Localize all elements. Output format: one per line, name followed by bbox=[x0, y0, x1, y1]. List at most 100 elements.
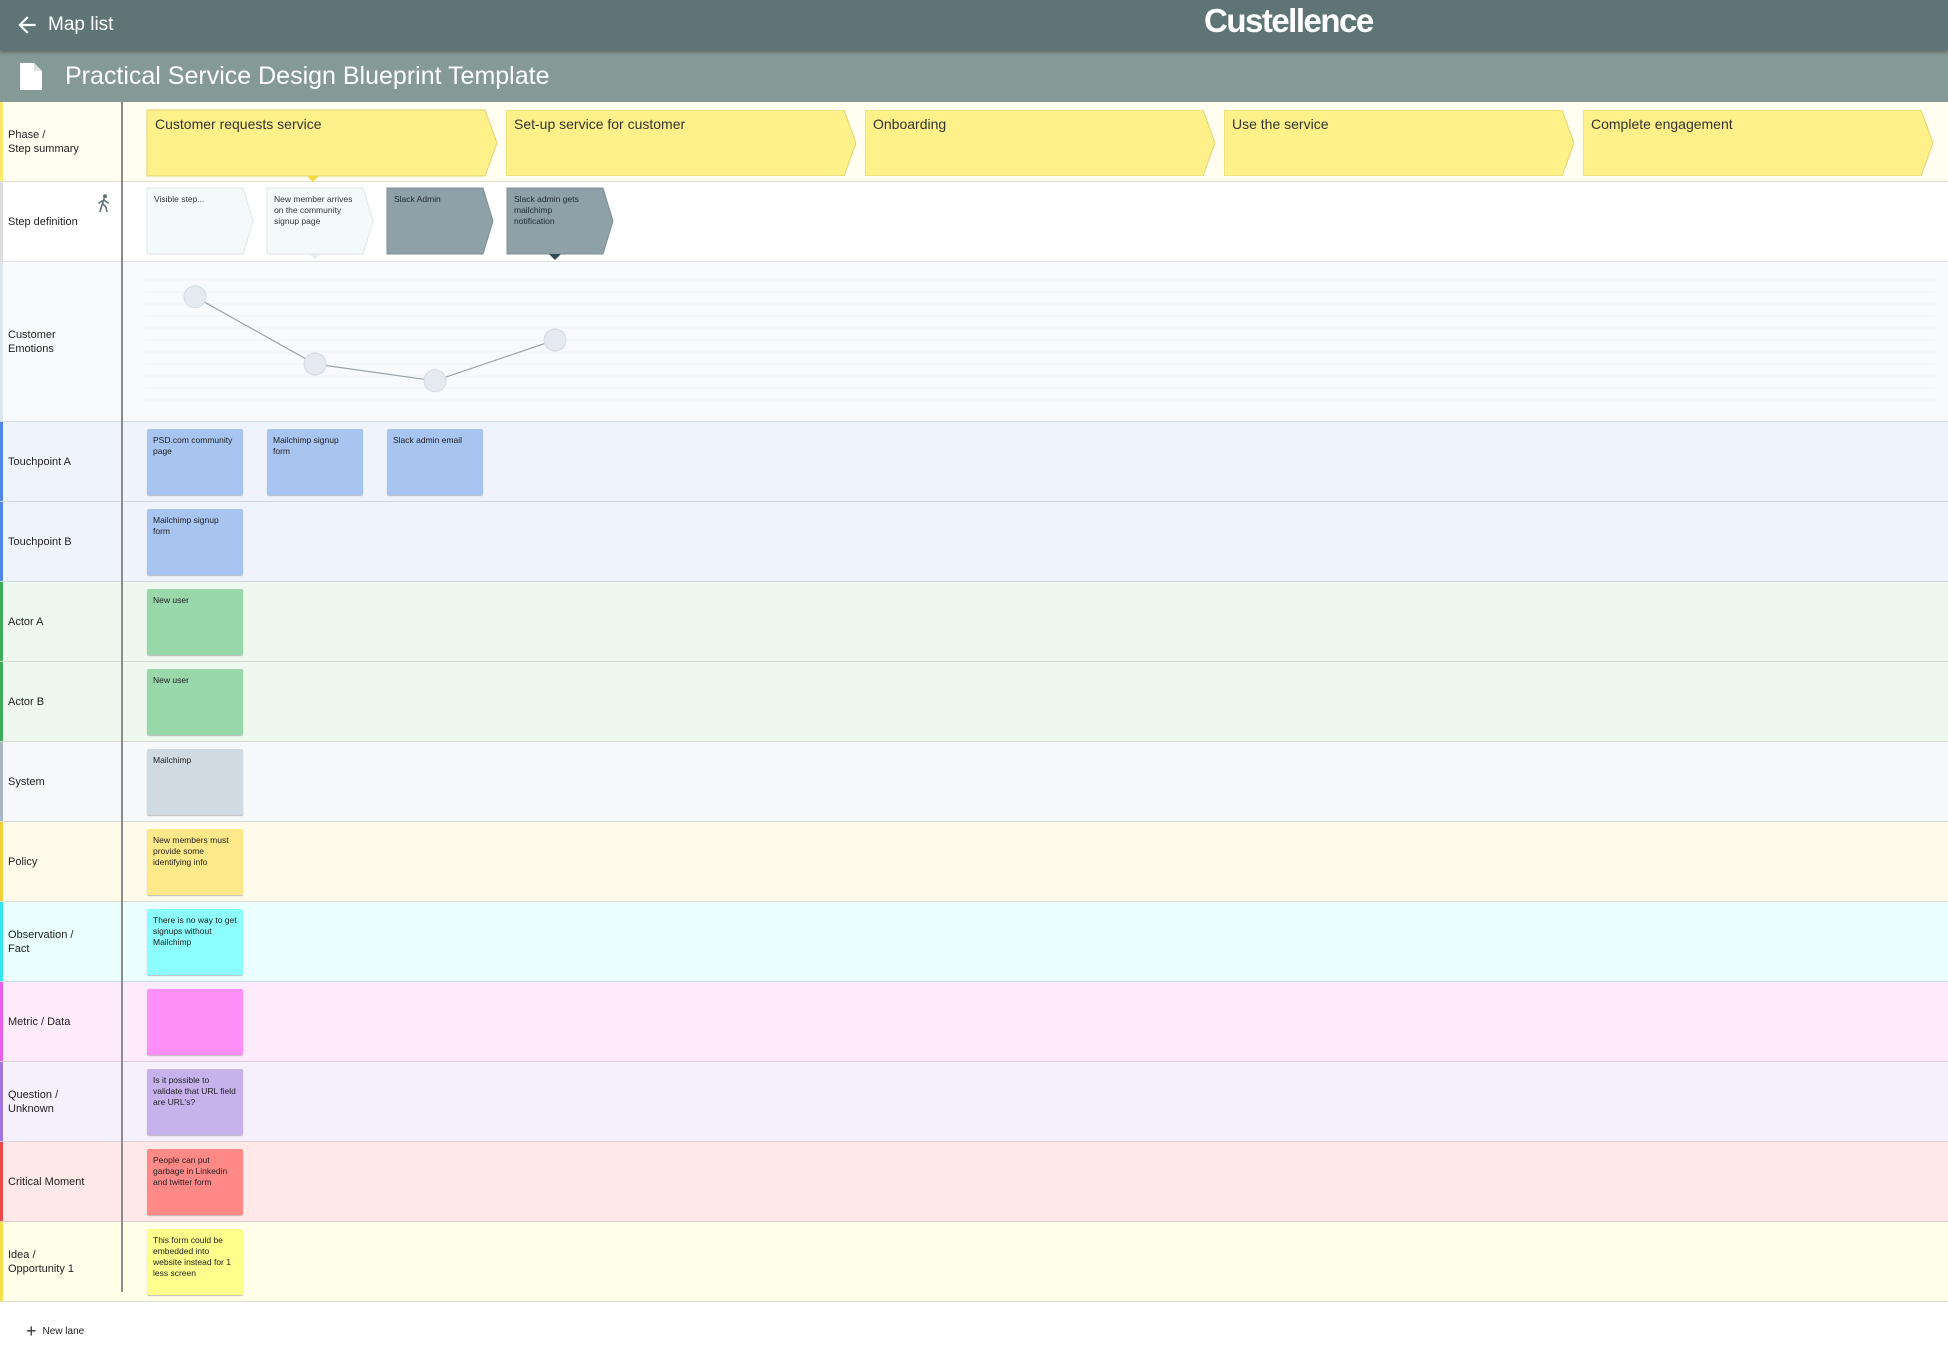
lane-divider bbox=[121, 102, 123, 1292]
lane-row: Policy New members must provide some iden… bbox=[0, 822, 1948, 902]
arrow-left-icon bbox=[18, 16, 36, 34]
metric-card[interactable] bbox=[147, 989, 243, 1055]
lane-label[interactable]: Actor B bbox=[0, 662, 122, 741]
step-label: New member arrives on the community sign… bbox=[274, 194, 353, 226]
actor-a-card[interactable]: New user bbox=[147, 589, 243, 655]
step-card[interactable]: New member arrives on the community sign… bbox=[266, 187, 375, 259]
phase-card[interactable]: Customer requests service bbox=[146, 109, 498, 182]
step-card[interactable]: Slack Admin bbox=[386, 187, 495, 256]
idea-card[interactable]: This form could be embedded into website… bbox=[147, 1229, 243, 1295]
lane-label[interactable]: Policy bbox=[0, 822, 122, 901]
back-to-map-list[interactable]: Map list bbox=[14, 10, 113, 40]
lane-row: Metric / Data bbox=[0, 982, 1948, 1062]
emotion-curve bbox=[145, 279, 1935, 401]
phase-label: Customer requests service bbox=[155, 116, 322, 132]
touchpoint-a-card[interactable]: Slack admin email bbox=[387, 429, 483, 495]
card-text: PSD.com community page bbox=[153, 435, 233, 456]
blueprint-board: Phase / Step summary Customer requests se… bbox=[0, 102, 1948, 1302]
lane-label-text: Customer Emotions bbox=[8, 328, 56, 355]
lane-label-text: Actor B bbox=[8, 695, 45, 708]
card-text: There is no way to get signups without M… bbox=[153, 915, 237, 947]
lane-row: Critical Moment People can put garbage in… bbox=[0, 1142, 1948, 1222]
lane-label-text: Phase / Step summary bbox=[8, 128, 79, 155]
lane-label-text: Question / Unknown bbox=[8, 1088, 59, 1115]
phase-label: Onboarding bbox=[873, 116, 947, 132]
lane-label[interactable]: Customer Emotions bbox=[0, 262, 122, 421]
lane-label-text: Critical Moment bbox=[8, 1175, 85, 1188]
new-lane-label: New lane bbox=[42, 1325, 85, 1337]
step-card[interactable]: Visible step... bbox=[146, 187, 255, 256]
phase-card[interactable]: Set-up service for customer bbox=[506, 110, 856, 176]
step-label: Slack Admin bbox=[394, 194, 441, 204]
card-text: Slack admin email bbox=[393, 435, 462, 445]
lane-row: Actor B New user bbox=[0, 662, 1948, 742]
lane-label-text: Idea / Opportunity 1 bbox=[8, 1248, 75, 1275]
lane-row: Idea / Opportunity 1 This form could be e… bbox=[0, 1222, 1948, 1302]
lane-row: System Mailchimp bbox=[0, 742, 1948, 822]
step-label: Visible step... bbox=[154, 194, 205, 204]
emotion-point[interactable] bbox=[423, 369, 447, 393]
system-card[interactable]: Mailchimp bbox=[147, 749, 243, 815]
walk-icon bbox=[98, 194, 109, 212]
lane-row: Question / Unknown Is it possible to vali… bbox=[0, 1062, 1948, 1142]
phase-label: Set-up service for customer bbox=[514, 116, 686, 132]
lane-label[interactable]: Metric / Data bbox=[0, 982, 122, 1061]
emotion-point[interactable] bbox=[543, 328, 567, 352]
lane-label[interactable]: Critical Moment bbox=[0, 1142, 122, 1221]
lane-row: Observation / Fact There is no way to get… bbox=[0, 902, 1948, 982]
lane-row: Step definition Visible step... New member… bbox=[0, 182, 1948, 262]
lane-label[interactable]: Observation / Fact bbox=[0, 902, 122, 981]
card-text: Is it possible to validate that URL fiel… bbox=[153, 1075, 236, 1107]
lane-label-text: Touchpoint A bbox=[8, 455, 71, 468]
app-header: Map list Custellence bbox=[0, 0, 1948, 50]
touchpoint-b-card[interactable]: Mailchimp signup form bbox=[147, 509, 243, 575]
step-label: Slack admin gets mailchimp notification bbox=[514, 194, 579, 226]
lane-label-text: Actor A bbox=[8, 615, 44, 628]
phase-card[interactable]: Use the service bbox=[1224, 110, 1574, 176]
lane-label[interactable]: System bbox=[0, 742, 122, 821]
card-text: People can put garbage in Linkedin and t… bbox=[153, 1155, 228, 1187]
question-card[interactable]: Is it possible to validate that URL fiel… bbox=[147, 1069, 243, 1135]
lane-label-text: Policy bbox=[8, 855, 38, 868]
lane-row: Phase / Step summary Customer requests se… bbox=[0, 102, 1948, 182]
observation-card[interactable]: There is no way to get signups without M… bbox=[147, 909, 243, 975]
touchpoint-a-card[interactable]: Mailchimp signup form bbox=[267, 429, 363, 495]
actor-b-card[interactable]: New user bbox=[147, 669, 243, 735]
emotion-point[interactable] bbox=[303, 352, 327, 376]
lane-label-text: Metric / Data bbox=[8, 1015, 71, 1028]
lane-label-text: Touchpoint B bbox=[8, 535, 72, 548]
policy-card[interactable]: New members must provide some identifyin… bbox=[147, 829, 243, 895]
back-label: Map list bbox=[48, 14, 114, 35]
new-lane-button[interactable]: + New lane bbox=[26, 1322, 84, 1340]
lane-label-text: System bbox=[8, 775, 45, 788]
card-text: New user bbox=[153, 675, 189, 685]
touchpoint-a-card[interactable]: PSD.com community page bbox=[147, 429, 243, 495]
map-title-bar: Practical Service Design Blueprint Templ… bbox=[0, 50, 1948, 102]
brand-logo: Custellence bbox=[1204, 2, 1374, 39]
lane-label[interactable]: Question / Unknown bbox=[0, 1062, 122, 1141]
lane-label[interactable]: Phase / Step summary bbox=[0, 102, 122, 181]
lane-label[interactable]: Touchpoint A bbox=[0, 422, 122, 501]
phase-card[interactable]: Complete engagement bbox=[1583, 110, 1933, 176]
card-text: Mailchimp bbox=[153, 755, 192, 765]
lane-label[interactable]: Touchpoint B bbox=[0, 502, 122, 581]
phase-card[interactable]: Onboarding bbox=[865, 110, 1215, 176]
card-text: Mailchimp signup form bbox=[273, 435, 339, 456]
plus-icon: + bbox=[26, 1321, 37, 1341]
critical-card[interactable]: People can put garbage in Linkedin and t… bbox=[147, 1149, 243, 1215]
lane-label[interactable]: Actor A bbox=[0, 582, 122, 661]
card-text: This form could be embedded into website… bbox=[153, 1235, 231, 1278]
page-title: Practical Service Design Blueprint Templ… bbox=[65, 62, 550, 90]
lane-label-text: Step definition bbox=[8, 215, 78, 228]
lane-label[interactable]: Idea / Opportunity 1 bbox=[0, 1222, 122, 1301]
card-text: Mailchimp signup form bbox=[153, 515, 219, 536]
lane-row: Actor A New user bbox=[0, 582, 1948, 662]
lane-row: Touchpoint A PSD.com community page Mailch… bbox=[0, 422, 1948, 502]
lane-label-text: Observation / Fact bbox=[8, 928, 74, 955]
card-text: New user bbox=[153, 595, 189, 605]
step-card[interactable]: Slack admin gets mailchimp notification bbox=[506, 187, 615, 260]
document-icon bbox=[20, 63, 42, 90]
emotion-point[interactable] bbox=[183, 285, 207, 309]
lane-row: Touchpoint B Mailchimp signup form bbox=[0, 502, 1948, 582]
phase-label: Complete engagement bbox=[1591, 116, 1733, 132]
